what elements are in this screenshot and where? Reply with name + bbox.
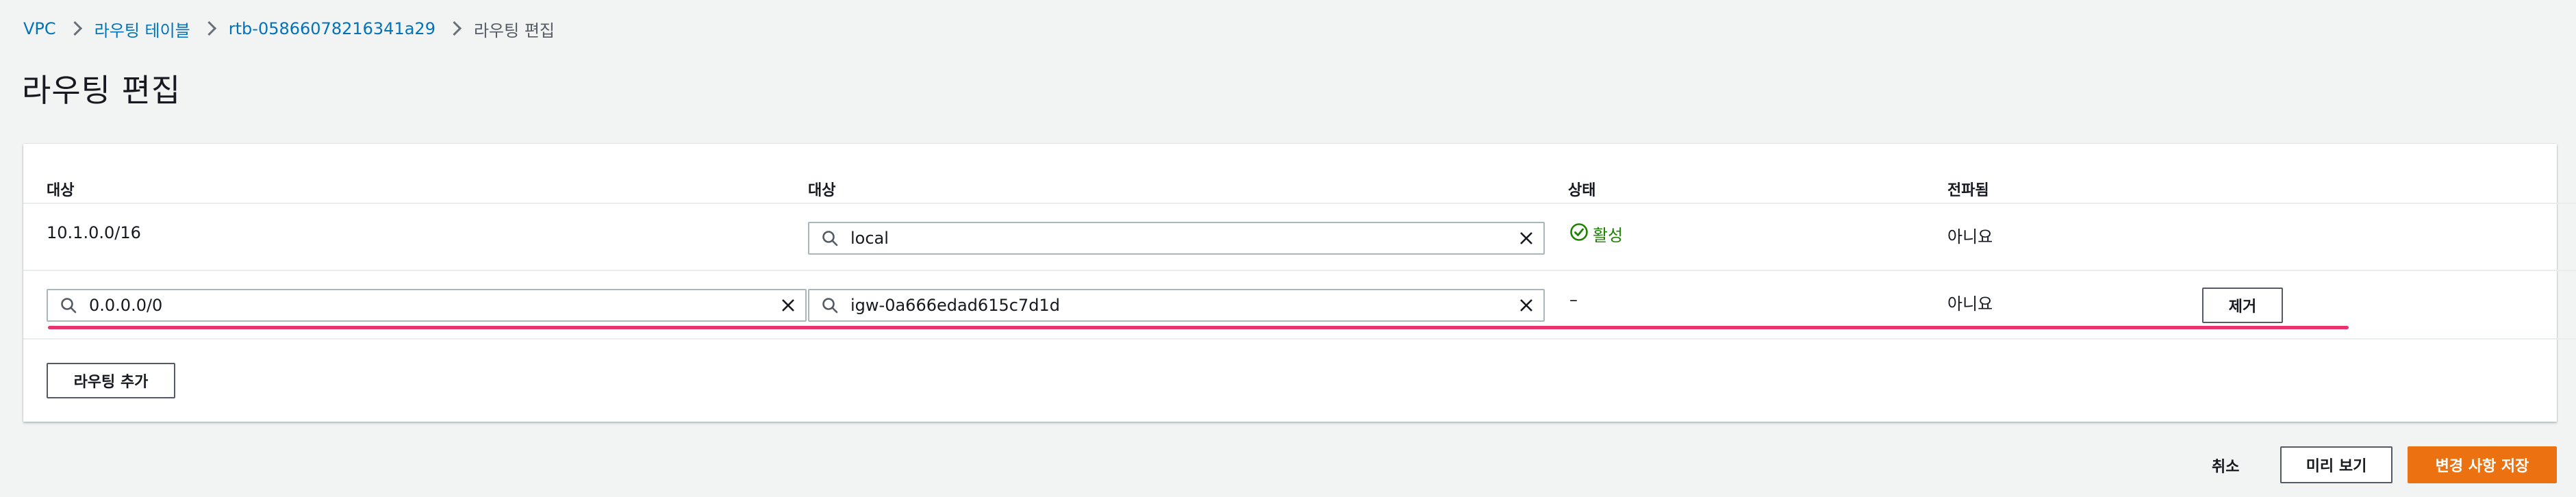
destination-input[interactable]: 0.0.0.0/0 [47, 289, 807, 322]
chevron-right-icon [435, 16, 474, 41]
search-icon [809, 289, 850, 322]
breadcrumb-item-route-tables[interactable]: 라우팅 테이블 [94, 17, 190, 41]
target-input-value: local [850, 229, 889, 248]
highlight-underline [48, 326, 2349, 329]
route-destination: 10.1.0.0/16 [47, 223, 141, 242]
cancel-button[interactable]: 취소 [2212, 455, 2239, 476]
chevron-right-icon [190, 16, 229, 41]
breadcrumb-item-route-table-id[interactable]: rtb-05866078216341a29 [229, 19, 435, 38]
breadcrumb: VPC 라우팅 테이블 rtb-05866078216341a29 라우팅 편집 [23, 16, 555, 41]
breadcrumb-current: 라우팅 편집 [473, 21, 555, 40]
row-divider [23, 338, 2576, 340]
header-divider [23, 203, 2576, 204]
target-input[interactable]: igw-0a666edad615c7d1d [808, 289, 1545, 322]
breadcrumb-item-vpc[interactable]: VPC [23, 19, 56, 38]
status-text: 활성 [1593, 226, 1624, 245]
route-edit-page: VPC 라우팅 테이블 rtb-05866078216341a29 라우팅 편집… [0, 0, 2576, 497]
status-success-icon [1569, 222, 1589, 246]
remove-route-button[interactable]: 제거 [2202, 288, 2283, 323]
column-header-status: 상태 [1568, 182, 1596, 199]
column-header-destination: 대상 [47, 182, 75, 199]
clear-icon[interactable] [1509, 289, 1543, 322]
save-changes-button[interactable]: 변경 사항 저장 [2408, 446, 2557, 483]
search-icon [48, 289, 89, 322]
preview-button[interactable]: 미리 보기 [2280, 446, 2392, 483]
chevron-right-icon [56, 16, 94, 41]
clear-icon[interactable] [1509, 222, 1543, 255]
search-icon [809, 222, 850, 255]
add-route-button[interactable]: 라우팅 추가 [47, 363, 175, 398]
propagated-value: 아니요 [1947, 227, 1993, 246]
target-input[interactable]: local [808, 222, 1545, 255]
routes-panel: 대상 대상 상태 전파됨 10.1.0.0/16 local 활성 아니요 0.… [23, 144, 2576, 422]
propagated-value: 아니요 [1947, 294, 1993, 314]
target-input-value: igw-0a666edad615c7d1d [850, 296, 1060, 315]
status-badge: 활성 [1569, 222, 1623, 246]
column-header-target: 대상 [808, 182, 836, 199]
clear-icon[interactable] [771, 289, 805, 322]
row-divider [23, 270, 2576, 271]
page-title: 라우팅 편집 [22, 72, 181, 109]
destination-input-value: 0.0.0.0/0 [89, 296, 163, 315]
column-header-propagated: 전파됨 [1947, 182, 1989, 199]
status-text: – [1569, 290, 1578, 309]
